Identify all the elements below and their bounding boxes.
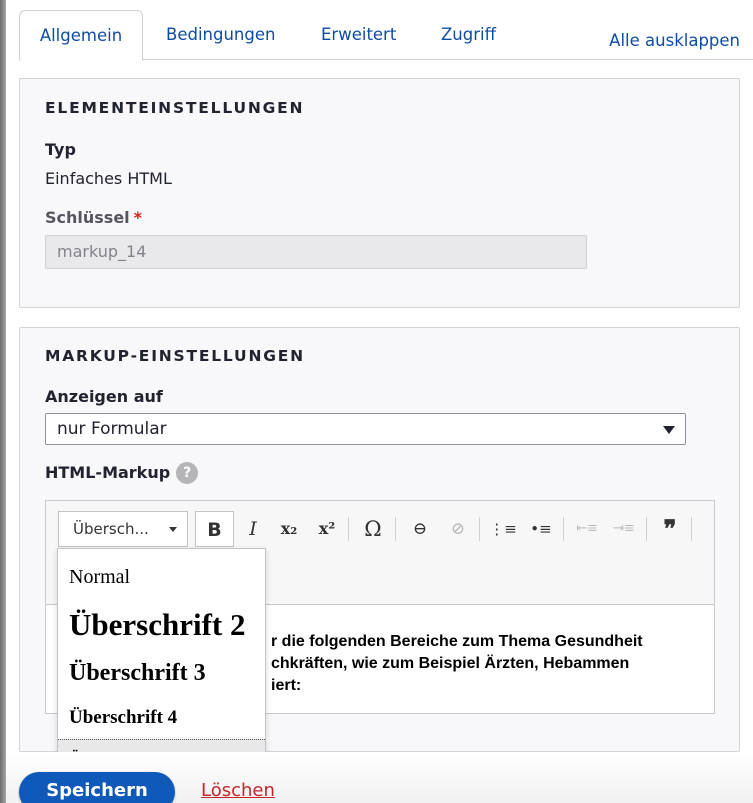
heading-select-value: Übersch... <box>73 520 149 538</box>
toolbar-separator <box>691 517 692 541</box>
subscript-button[interactable]: x₂ <box>274 511 304 547</box>
tab-allgemein[interactable]: Allgemein <box>19 10 143 61</box>
dropdown-caret-icon <box>663 426 675 434</box>
type-label: Typ <box>45 140 76 159</box>
toolbar-separator <box>563 517 564 541</box>
chevron-down-icon <box>169 527 177 532</box>
key-label-text: Schlüssel <box>45 208 130 227</box>
section-title: MARKUP-EINSTELLUNGEN <box>45 347 305 365</box>
outdent-icon: ⇤≡ <box>576 521 598 536</box>
tab-bedingungen[interactable]: Bedingungen <box>166 10 275 60</box>
key-input: markup_14 <box>45 235 587 269</box>
superscript-button[interactable]: x² <box>312 511 342 547</box>
help-icon[interactable]: ? <box>176 462 199 484</box>
tab-zugriff[interactable]: Zugriff <box>441 10 496 60</box>
tab-erweitert[interactable]: Erweitert <box>321 10 396 60</box>
heading-dropdown-menu: Normal Überschrift 2 Überschrift 3 Übers… <box>57 548 266 784</box>
blockquote-icon[interactable]: ❞ <box>655 511 685 547</box>
indent-icon: ⇥≡ <box>613 521 635 536</box>
italic-button[interactable]: I <box>240 511 266 547</box>
dropdown-option-heading-2[interactable]: Überschrift 2 <box>69 607 245 643</box>
bulleted-list-icon[interactable]: •≡ <box>526 511 556 547</box>
toolbar-separator <box>479 517 480 541</box>
numbered-list-icon[interactable]: ⋮≡ <box>488 511 518 547</box>
display-on-label: Anzeigen auf <box>45 387 163 406</box>
html-markup-label: HTML-Markup? <box>45 462 199 484</box>
link-icon[interactable]: ⊖ <box>405 511 435 547</box>
type-value: Einfaches HTML <box>45 169 172 188</box>
dropdown-option-heading-4[interactable]: Überschrift 4 <box>69 707 177 729</box>
display-on-value: nur Formular <box>57 419 167 439</box>
dropdown-option-heading-3[interactable]: Überschrift 3 <box>69 660 206 687</box>
section-title: ELEMENTEINSTELLUNGEN <box>45 99 305 117</box>
unlink-icon: ⊘ <box>450 519 466 539</box>
toolbar-separator <box>646 517 647 541</box>
bold-button[interactable]: B <box>195 511 234 547</box>
toolbar-separator <box>395 517 396 541</box>
delete-link[interactable]: Löschen <box>201 780 275 801</box>
display-on-select[interactable]: nur Formular <box>45 413 686 445</box>
editor-content[interactable]: r die folgenden Bereiche zum Thema Gesun… <box>271 631 691 697</box>
heading-format-select[interactable]: Übersch... <box>58 511 188 547</box>
special-char-button[interactable]: Ω <box>358 511 388 547</box>
toolbar-separator <box>348 517 349 541</box>
key-label: Schlüssel * <box>45 208 142 227</box>
element-settings-section: ELEMENTEINSTELLUNGEN Typ Einfaches HTML … <box>19 78 740 308</box>
required-marker: * <box>133 208 143 227</box>
content-line: r die folgenden Bereiche zum Thema Gesun… <box>271 633 643 650</box>
window-edge <box>0 0 6 803</box>
dropdown-option-normal[interactable]: Normal <box>69 566 130 589</box>
save-button[interactable]: Speichern <box>19 772 175 803</box>
expand-all-link[interactable]: Alle ausklappen <box>609 31 740 50</box>
content-line: chkräften, wie zum Beispiel Ärzten, Heba… <box>271 655 630 672</box>
content-line: iert: <box>271 677 302 694</box>
html-markup-label-text: HTML-Markup <box>45 463 171 482</box>
